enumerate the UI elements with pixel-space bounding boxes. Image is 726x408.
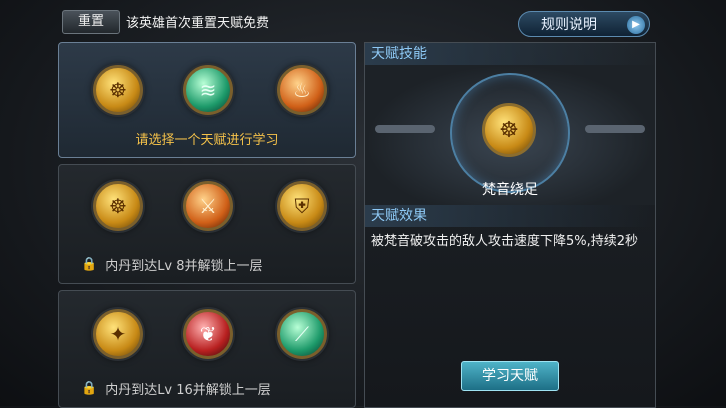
sword-strike-icon[interactable]: ⚔ [183,181,233,231]
reset-button[interactable]: 重置 [62,10,120,34]
lock-icon: 🔒 [81,381,98,396]
skills-section-title: 天赋技能 [365,43,655,65]
light-slash-icon[interactable]: ✦ [93,309,143,359]
golden-bell-icon[interactable]: ☸ [93,65,143,115]
skill-name: 梵音绕足 [482,182,538,198]
talent-tier-1: ☸ ≋ ♨ 请选择一个天赋进行学习 [58,42,356,158]
tier-3-lock-row: 🔒 内丹到达Lv 16并解锁上一层 [81,379,271,398]
right-ornament [585,125,645,133]
rules-button[interactable]: 规则说明 ▶ [518,11,650,37]
talent-tier-2: ☸ ⚔ ⛨ 🔒 内丹到达Lv 8并解锁上一层 [58,164,356,284]
golden-bell-icon: ☸ [482,103,536,157]
talent-tier-3: ✦ ❦ ⟋ 🔒 内丹到达Lv 16并解锁上一层 [58,290,356,408]
lock-icon: 🔒 [81,257,98,272]
talent-detail-panel: 天赋技能 ☸ 梵音绕足 天赋效果 被梵音破攻击的敌人攻击速度下降5%,持续2秒 … [364,42,656,408]
effect-section-title: 天赋效果 [365,205,655,227]
top-bar: 重置 该英雄首次重置天赋免费 规则说明 ▶ [0,0,726,40]
tier-3-lock-text: 内丹到达Lv 16并解锁上一层 [105,383,271,398]
reset-note: 该英雄首次重置天赋免费 [126,16,270,31]
golden-shield-icon[interactable]: ⛨ [277,181,327,231]
left-ornament [375,125,435,133]
flame-swirl-icon[interactable]: ♨ [277,65,327,115]
earth-blade-icon[interactable]: ⟋ [277,309,327,359]
selected-skill-stage: ☸ 梵音绕足 [365,65,655,205]
golden-bell-icon[interactable]: ☸ [93,181,143,231]
select-talent-hint: 请选择一个天赋进行学习 [135,133,279,148]
tier-2-lock-text: 内丹到达Lv 8并解锁上一层 [105,259,263,274]
crimson-wing-icon[interactable]: ❦ [183,309,233,359]
effect-description: 被梵音破攻击的敌人攻击速度下降5%,持续2秒 [371,234,639,249]
learn-talent-button[interactable]: 学习天赋 [461,361,559,391]
rules-button-label: 规则说明 [541,17,597,33]
tier-2-lock-row: 🔒 内丹到达Lv 8并解锁上一层 [81,255,263,274]
play-arrow-icon: ▶ [627,16,645,34]
jade-wind-icon[interactable]: ≋ [183,65,233,115]
